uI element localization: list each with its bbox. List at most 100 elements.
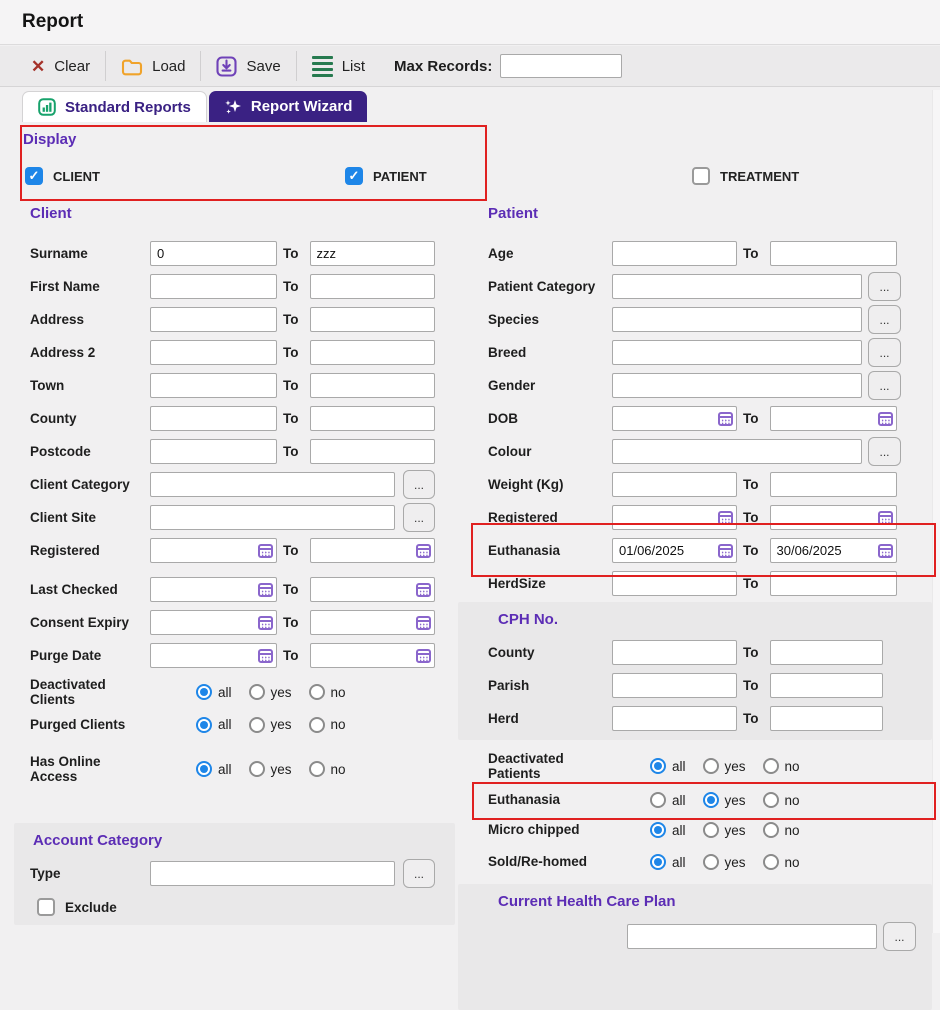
radio-no[interactable]: no — [308, 684, 346, 700]
radio-icon[interactable] — [248, 761, 265, 777]
radio-icon[interactable] — [762, 792, 779, 808]
radio-icon[interactable] — [248, 716, 265, 733]
clear-button[interactable]: ✕ Clear — [16, 46, 105, 86]
cph-herd-to-input[interactable] — [769, 706, 883, 731]
calendar-icon[interactable] — [258, 615, 273, 630]
calendar-icon[interactable] — [877, 510, 893, 525]
client-category-input[interactable] — [150, 472, 395, 497]
calendar-icon[interactable] — [415, 543, 431, 558]
radio-icon[interactable] — [702, 854, 719, 870]
surname-from-input[interactable] — [150, 241, 277, 266]
max-records-input[interactable] — [500, 54, 623, 78]
radio-icon[interactable] — [702, 758, 719, 774]
radio-icon[interactable] — [650, 792, 666, 808]
exclude-checkbox-item[interactable]: Exclude — [37, 898, 455, 916]
load-button[interactable]: Load — [106, 46, 200, 86]
radio-icon[interactable] — [762, 854, 779, 870]
herdsize-from-input[interactable] — [612, 571, 737, 596]
radio-no[interactable]: no — [762, 758, 800, 774]
client-site-lookup-button[interactable]: ... — [403, 503, 435, 532]
county-to-input[interactable] — [309, 406, 435, 431]
patient-category-input[interactable] — [612, 274, 862, 299]
radio-selected-icon[interactable] — [650, 822, 666, 838]
scrollbar-track[interactable] — [932, 90, 940, 933]
account-type-lookup-button[interactable]: ... — [403, 859, 435, 888]
client-site-input[interactable] — [150, 505, 395, 530]
calendar-icon[interactable] — [415, 615, 431, 630]
colour-input[interactable] — [612, 439, 862, 464]
radio-selected-icon[interactable] — [196, 684, 212, 700]
health-care-plan-lookup-button[interactable]: ... — [883, 922, 916, 951]
calendar-icon[interactable] — [258, 582, 273, 597]
address2-to-input[interactable] — [309, 340, 435, 365]
radio-no[interactable]: no — [762, 822, 800, 838]
address2-from-input[interactable] — [150, 340, 277, 365]
cph-parish-from-input[interactable] — [612, 673, 737, 698]
radio-selected-icon[interactable] — [650, 758, 666, 774]
calendar-icon[interactable] — [877, 543, 893, 558]
radio-no[interactable]: no — [762, 792, 800, 808]
town-from-input[interactable] — [150, 373, 277, 398]
calendar-icon[interactable] — [415, 582, 431, 597]
radio-all[interactable]: all — [650, 854, 686, 870]
first-name-to-input[interactable] — [309, 274, 435, 299]
radio-selected-icon[interactable] — [702, 792, 719, 808]
radio-yes[interactable]: yes — [248, 684, 292, 700]
radio-no[interactable]: no — [308, 761, 346, 777]
radio-no[interactable]: no — [762, 854, 800, 870]
surname-to-input[interactable] — [309, 241, 435, 266]
radio-yes[interactable]: yes — [248, 761, 292, 777]
calendar-icon[interactable] — [258, 648, 273, 663]
client-category-lookup-button[interactable]: ... — [403, 470, 435, 499]
calendar-icon[interactable] — [258, 543, 273, 558]
radio-selected-icon[interactable] — [196, 761, 212, 777]
cph-county-to-input[interactable] — [769, 640, 883, 665]
radio-selected-icon[interactable] — [650, 854, 666, 870]
weight-from-input[interactable] — [612, 472, 737, 497]
save-button[interactable]: Save — [201, 46, 295, 86]
postcode-from-input[interactable] — [150, 439, 277, 464]
radio-icon[interactable] — [762, 822, 779, 838]
radio-yes[interactable]: yes — [702, 758, 746, 774]
age-to-input[interactable] — [769, 241, 897, 266]
tab-report-wizard[interactable]: Report Wizard — [208, 91, 368, 122]
calendar-icon[interactable] — [718, 543, 733, 558]
radio-icon[interactable] — [308, 761, 325, 777]
breed-lookup-button[interactable]: ... — [868, 338, 901, 367]
cph-herd-from-input[interactable] — [612, 706, 737, 731]
radio-all[interactable]: all — [650, 758, 686, 774]
town-to-input[interactable] — [309, 373, 435, 398]
exclude-checkbox-unchecked-icon[interactable] — [37, 898, 55, 916]
patient-checkbox-checked-icon[interactable] — [345, 167, 363, 185]
calendar-icon[interactable] — [718, 510, 733, 525]
client-checkbox-item[interactable]: CLIENT — [25, 167, 100, 185]
county-from-input[interactable] — [150, 406, 277, 431]
radio-all[interactable]: all — [650, 792, 686, 808]
radio-all[interactable]: all — [196, 716, 232, 733]
species-lookup-button[interactable]: ... — [868, 305, 901, 334]
gender-input[interactable] — [612, 373, 862, 398]
radio-icon[interactable] — [702, 822, 719, 838]
patient-category-lookup-button[interactable]: ... — [868, 272, 901, 301]
calendar-icon[interactable] — [718, 411, 733, 426]
gender-lookup-button[interactable]: ... — [868, 371, 901, 400]
radio-all[interactable]: all — [196, 761, 232, 777]
address-to-input[interactable] — [309, 307, 435, 332]
calendar-icon[interactable] — [415, 648, 431, 663]
cph-parish-to-input[interactable] — [769, 673, 883, 698]
treatment-checkbox-unchecked-icon[interactable] — [692, 167, 710, 185]
client-checkbox-checked-icon[interactable] — [25, 167, 43, 185]
health-care-plan-input[interactable] — [627, 924, 877, 949]
list-button[interactable]: List — [297, 46, 380, 86]
calendar-icon[interactable] — [877, 411, 893, 426]
radio-all[interactable]: all — [650, 822, 686, 838]
radio-icon[interactable] — [308, 684, 325, 700]
radio-yes[interactable]: yes — [702, 854, 746, 870]
species-input[interactable] — [612, 307, 862, 332]
radio-icon[interactable] — [248, 684, 265, 700]
treatment-checkbox-item[interactable]: TREATMENT — [692, 167, 799, 185]
age-from-input[interactable] — [612, 241, 737, 266]
tab-standard-reports[interactable]: Standard Reports — [22, 91, 207, 122]
radio-yes[interactable]: yes — [248, 716, 292, 733]
address-from-input[interactable] — [150, 307, 277, 332]
